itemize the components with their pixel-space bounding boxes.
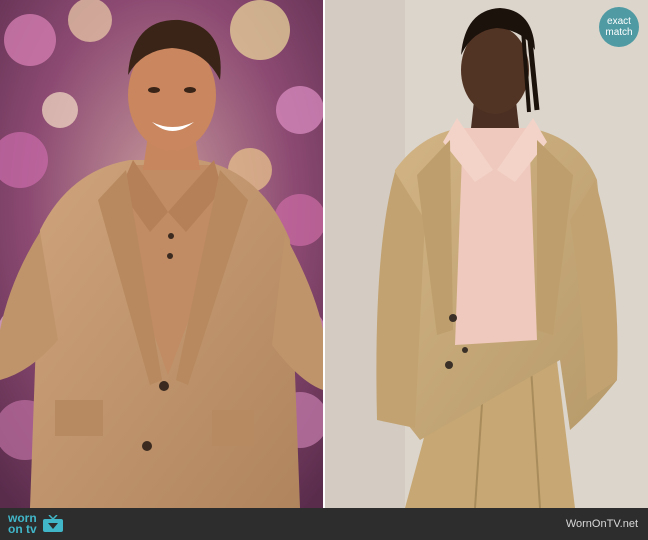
logo-word-ontv: on tv: [8, 522, 37, 536]
exact-match-badge: exact match: [599, 7, 639, 47]
badge-line-1: exact: [607, 16, 631, 27]
site-name[interactable]: WornOnTV.net: [566, 518, 638, 530]
tv-still-photo: [0, 0, 323, 508]
logo-wordmark: worn on tv: [8, 512, 37, 536]
tv-icon: [42, 515, 63, 532]
site-logo[interactable]: worn on tv: [8, 508, 64, 540]
tv-still-illustration: [0, 0, 323, 508]
product-illustration: [325, 0, 648, 508]
footer-bar: worn on tv WornOnTV.net: [0, 508, 648, 540]
badge-line-2: match: [605, 27, 633, 38]
product-comparison: exact match: [0, 0, 648, 508]
product-photo: [325, 0, 648, 508]
